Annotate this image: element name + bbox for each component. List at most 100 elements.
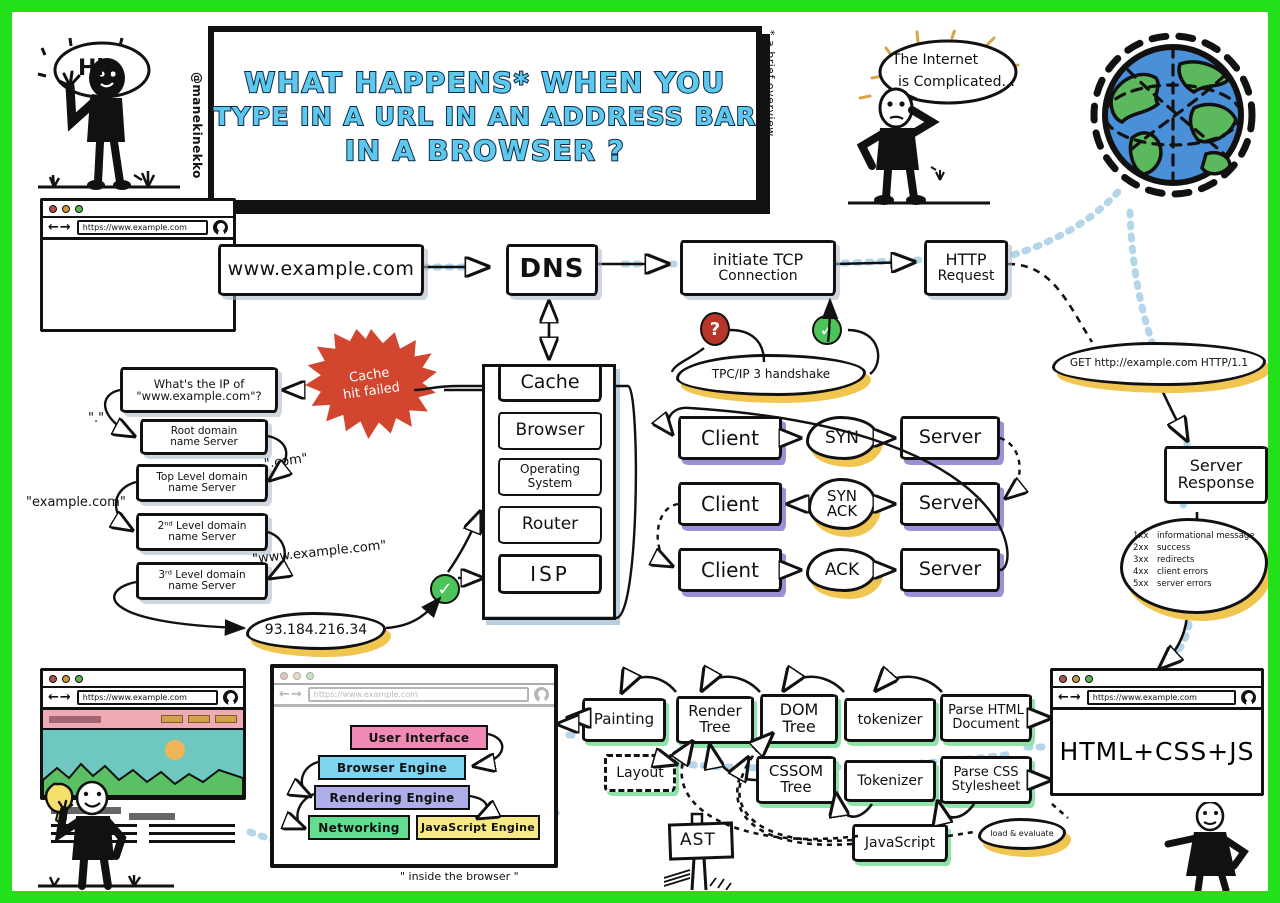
- profile-avatar-icon: [534, 687, 549, 702]
- dom-tree-line-2: Tree: [782, 717, 816, 736]
- cache-item-browser: Browser: [515, 420, 585, 441]
- box-render-tree: Render Tree: [676, 696, 754, 744]
- handshake-server-3: Server: [900, 548, 1000, 592]
- cache-hit-failed-burst: Cache hit failed: [305, 329, 437, 439]
- back-forward-icons[interactable]: ←→: [48, 220, 72, 235]
- box-parse-css: Parse CSS Stylesheet: [940, 756, 1032, 804]
- profile-avatar-icon[interactable]: [213, 220, 228, 235]
- back-forward-icons[interactable]: ←→: [1058, 690, 1082, 705]
- tcp-line-1: initiate TCP: [712, 250, 804, 270]
- status-desc: success: [1157, 543, 1191, 553]
- browser-navbar: ←→ https://www.example.com: [43, 688, 243, 710]
- maximize-dot: [306, 671, 314, 680]
- minimize-dot[interactable]: [62, 204, 70, 213]
- badge-check-label: ✓: [819, 319, 835, 341]
- tcp-line-2: Connection: [718, 268, 798, 285]
- minimize-dot[interactable]: [1072, 674, 1080, 683]
- profile-avatar-icon[interactable]: [1241, 690, 1256, 705]
- box-cache-browser: Browser: [498, 412, 602, 450]
- box-dns-question: What's the IP of "www.example.com"?: [120, 367, 278, 413]
- cloud-get-request: GET http://example.com HTTP/1.1: [1052, 342, 1266, 386]
- title-footnote: * a brief overview: [764, 30, 777, 137]
- poster-title-banner: WHAT HAPPENS* WHEN YOU TYPE IN A URL IN …: [208, 26, 762, 206]
- status-desc: client errors: [1157, 567, 1209, 577]
- painting-label: Painting: [593, 710, 655, 729]
- user-interface-label: User Interface: [368, 730, 470, 745]
- handshake-server-1-label: Server: [918, 426, 982, 449]
- handshake-server-2-label: Server: [918, 492, 982, 515]
- page-logo-placeholder: [49, 715, 101, 723]
- parse-html-line-2: Document: [952, 717, 1020, 732]
- box-javascript: JavaScript: [852, 824, 948, 862]
- handshake-ack-cloud: ACK: [806, 548, 878, 592]
- close-dot[interactable]: [49, 674, 57, 683]
- status-code: 2xx: [1133, 543, 1149, 553]
- render-tree-line-2: Tree: [699, 718, 731, 736]
- title-line-1: WHAT HAPPENS* WHEN YOU: [243, 65, 726, 100]
- dns-edge-label-example: "example.com": [26, 495, 126, 510]
- back-forward-icons[interactable]: ←→: [48, 690, 72, 705]
- maximize-dot[interactable]: [1085, 674, 1093, 683]
- box-dns-label: DNS: [519, 254, 585, 285]
- window-titlebar: [1053, 671, 1261, 688]
- internet-bubble-line-2: is Complicated...: [898, 74, 1015, 90]
- close-dot[interactable]: [1059, 674, 1067, 683]
- resolved-ip-label: 93.184.216.34: [264, 622, 368, 639]
- handshake-client-2: Client: [678, 482, 782, 526]
- maximize-dot[interactable]: [75, 204, 83, 213]
- html-tokenizer-label: tokenizer: [857, 711, 923, 728]
- badge-dns-resolved-check: ✓: [430, 574, 460, 604]
- minimize-dot[interactable]: [62, 674, 70, 683]
- browser-window-response[interactable]: ←→ https://www.example.com HTML+CSS+JS: [1050, 668, 1264, 796]
- stick-figure-greeter: Hi!: [30, 30, 200, 205]
- globe-icon: [1088, 30, 1258, 200]
- window-titlebar: [274, 668, 554, 685]
- address-bar-input[interactable]: https://www.example.com: [76, 690, 218, 705]
- status-row: 4xx client errors: [1133, 566, 1259, 578]
- box-cache: Cache: [498, 364, 602, 402]
- css-tokenizer-label: Tokenizer: [857, 772, 923, 789]
- maximize-dot[interactable]: [75, 674, 83, 683]
- box-cache-router: Router: [498, 506, 602, 544]
- profile-avatar-icon[interactable]: [223, 690, 238, 705]
- status-desc: redirects: [1157, 555, 1195, 565]
- cloud-resolved-ip: 93.184.216.34: [246, 612, 386, 650]
- handshake-client-3: Client: [678, 548, 782, 592]
- handshake-syn-label: SYN: [825, 427, 859, 448]
- dns-edge-label-com: ".com": [263, 451, 309, 472]
- box-html-tokenizer: tokenizer: [844, 698, 936, 742]
- close-dot[interactable]: [49, 204, 57, 213]
- badge-check: ✓: [812, 315, 842, 345]
- window-titlebar: [43, 671, 243, 688]
- browser-window-start[interactable]: ←→ https://www.example.com: [40, 198, 236, 332]
- author-signature: @manekinekko: [190, 72, 204, 179]
- browser-navbar: ←→ https://www.example.com: [274, 685, 554, 707]
- status-code: 1xx: [1133, 531, 1149, 541]
- cache-item-router: Router: [521, 514, 579, 535]
- cache-item-isp: ISP: [530, 561, 570, 586]
- handshake-client-1-label: Client: [701, 425, 759, 450]
- networking-label: Networking: [318, 820, 400, 835]
- box-tld-name-server: Top Level domain name Server: [136, 464, 268, 502]
- box-cache-isp: ISP: [498, 554, 602, 594]
- component-rendering-engine: Rendering Engine: [314, 785, 470, 810]
- box-cache-os: Operating System: [498, 458, 602, 496]
- stick-figure-thinker: The Internet is Complicated...: [840, 27, 1040, 205]
- javascript-label: JavaScript: [864, 834, 936, 851]
- response-content-label: HTML+CSS+JS: [1059, 737, 1255, 766]
- load-evaluate-label: load & evaluate: [990, 828, 1054, 838]
- handshake-synack-cloud: SYN ACK: [808, 478, 876, 530]
- badge-dns-check-label: ✓: [437, 578, 453, 600]
- box-third-level-name-server: 3ʳᵈ Level domain name Server: [136, 562, 268, 600]
- http-line-1: HTTP: [945, 250, 987, 270]
- layout-label: Layout: [616, 764, 664, 781]
- address-bar-input[interactable]: https://www.example.com: [76, 220, 208, 235]
- box-cssom-tree: CSSOM Tree: [756, 756, 836, 804]
- address-bar-input[interactable]: https://www.example.com: [1086, 690, 1236, 705]
- third-level-line-2: name Server: [168, 580, 236, 592]
- parse-css-line-1: Parse CSS: [953, 765, 1019, 781]
- poster-stage: Hi! WHAT HAPPENS* WHEN YOU TYPE IN A URL…: [12, 12, 1268, 891]
- component-user-interface: User Interface: [350, 725, 488, 750]
- status-row: 2xx success: [1133, 542, 1259, 554]
- minimize-dot: [293, 671, 301, 680]
